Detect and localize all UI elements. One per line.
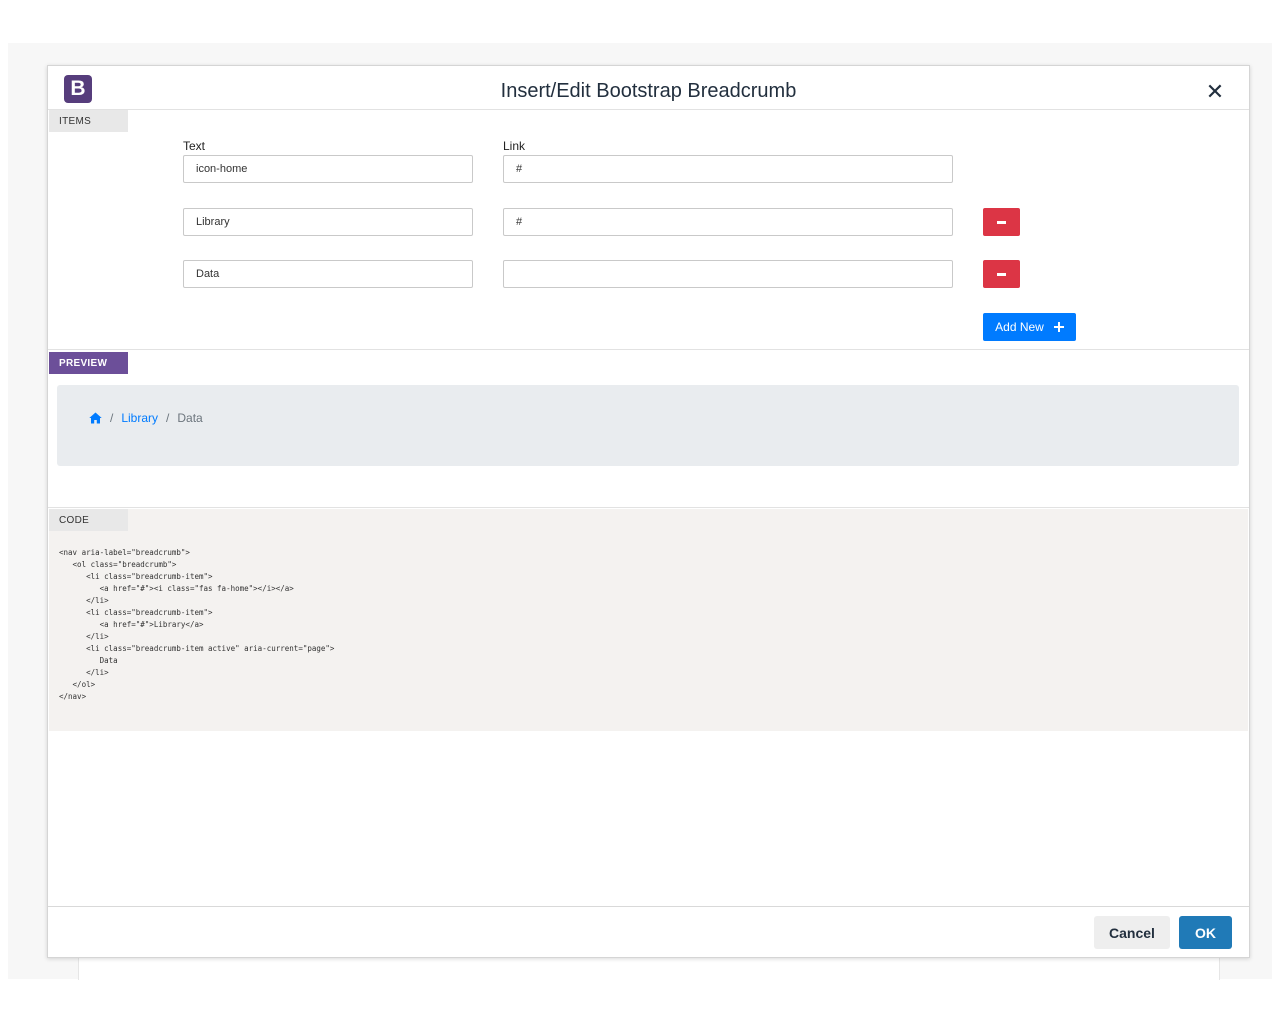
dialog-header: B Insert/Edit Bootstrap Breadcrumb ✕ bbox=[48, 66, 1249, 110]
code-tab-label: CODE bbox=[49, 509, 128, 531]
add-new-label: Add New bbox=[995, 320, 1044, 334]
dialog-title: Insert/Edit Bootstrap Breadcrumb bbox=[500, 80, 797, 102]
breadcrumb-dialog: B Insert/Edit Bootstrap Breadcrumb ✕ ITE… bbox=[47, 65, 1250, 958]
plus-icon bbox=[1053, 322, 1064, 332]
remove-item-button[interactable] bbox=[983, 208, 1020, 236]
minus-icon bbox=[997, 220, 1006, 224]
cancel-button[interactable]: Cancel bbox=[1094, 916, 1170, 949]
preview-tab-label: PREVIEW bbox=[49, 352, 128, 374]
code-line: <li class="breadcrumb-item active" aria-… bbox=[86, 644, 335, 653]
section-divider bbox=[48, 349, 1249, 350]
home-icon[interactable] bbox=[89, 412, 102, 424]
breadcrumb-separator: / bbox=[166, 411, 170, 425]
code-line: <a href="#"><i class="fas fa-home"></i><… bbox=[99, 584, 294, 593]
code-line: <a href="#">Library</a> bbox=[99, 620, 204, 629]
item-text-input[interactable]: Data bbox=[183, 260, 473, 288]
item-text-input[interactable]: icon-home bbox=[183, 155, 473, 183]
dialog-footer: Cancel OK bbox=[48, 906, 1249, 958]
code-line: <li class="breadcrumb-item"> bbox=[86, 608, 213, 617]
breadcrumb-link-library[interactable]: Library bbox=[121, 411, 158, 425]
code-line: </li> bbox=[86, 596, 109, 605]
close-button[interactable]: ✕ bbox=[1202, 80, 1228, 104]
item-link-input[interactable]: # bbox=[503, 155, 953, 183]
code-line: </ol> bbox=[72, 680, 96, 689]
ok-button[interactable]: OK bbox=[1179, 916, 1232, 949]
item-link-input[interactable]: # bbox=[503, 208, 953, 236]
remove-item-button[interactable] bbox=[983, 260, 1020, 288]
code-line: Data bbox=[99, 656, 118, 665]
link-column-label: Link bbox=[503, 139, 526, 153]
code-line: <ol class="breadcrumb"> bbox=[72, 560, 177, 569]
breadcrumb-active-item: Data bbox=[177, 411, 203, 425]
code-line: </li> bbox=[86, 632, 109, 641]
add-new-button[interactable]: Add New bbox=[983, 313, 1076, 341]
code-line: </li> bbox=[86, 668, 109, 677]
code-panel: CODE <nav aria-label="breadcrumb"> <ol c… bbox=[49, 509, 1248, 731]
items-tab-label: ITEMS bbox=[49, 110, 128, 132]
breadcrumb-preview: / Library / Data bbox=[57, 385, 1239, 466]
text-column-label: Text bbox=[183, 139, 206, 153]
minus-icon bbox=[997, 272, 1006, 276]
code-block: <nav aria-label="breadcrumb"> <ol class=… bbox=[59, 547, 334, 703]
section-divider bbox=[48, 507, 1249, 508]
code-line: </nav> bbox=[59, 692, 87, 701]
code-line: <nav aria-label="breadcrumb"> bbox=[59, 548, 190, 557]
code-line: <li class="breadcrumb-item"> bbox=[86, 572, 213, 581]
item-text-input[interactable]: Library bbox=[183, 208, 473, 236]
breadcrumb-separator: / bbox=[110, 411, 114, 425]
item-link-input[interactable] bbox=[503, 260, 953, 288]
breadcrumb: / Library / Data bbox=[89, 411, 203, 425]
